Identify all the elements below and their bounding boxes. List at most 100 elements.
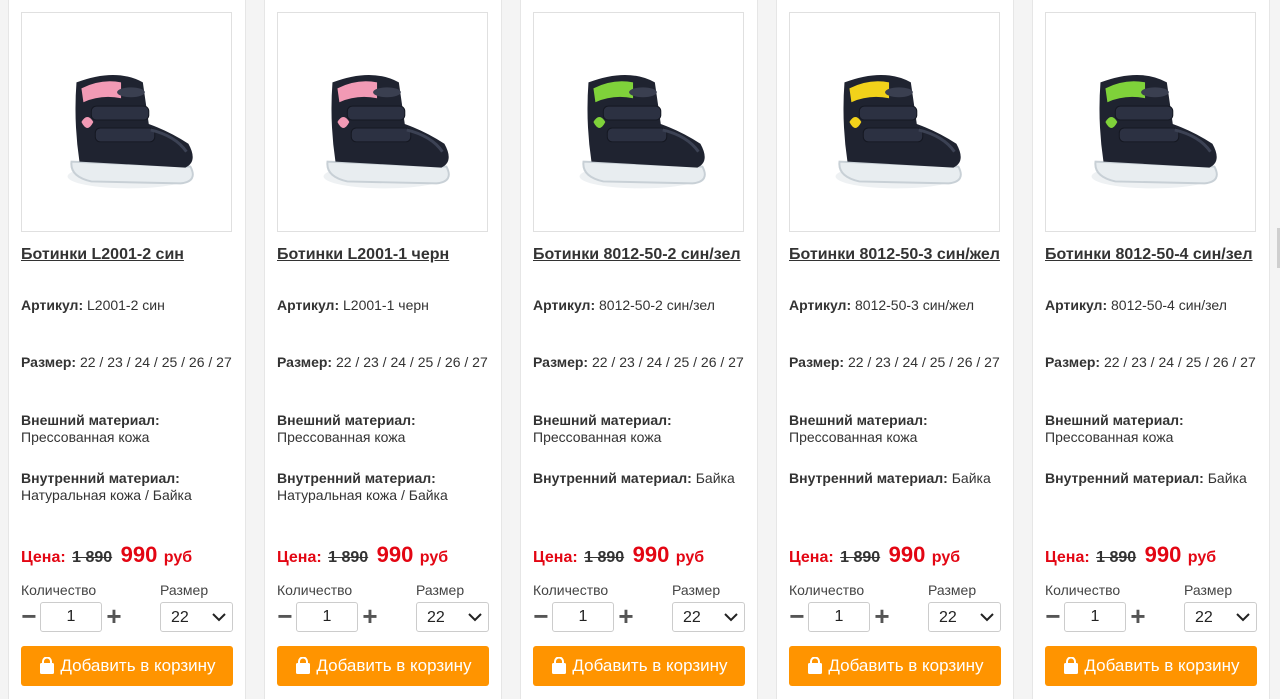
size-select[interactable]: 22 xyxy=(1184,602,1257,632)
product-image[interactable] xyxy=(21,12,232,232)
sizes-value: 22 / 23 / 24 / 25 / 26 / 27 xyxy=(79,354,232,370)
sku-value: L2001-2 син xyxy=(87,297,165,313)
sku-value: L2001-1 черн xyxy=(343,297,429,313)
minus-icon[interactable]: − xyxy=(1044,603,1062,629)
outer-material-row: Внешний материал: Прессованная кожа xyxy=(277,412,491,446)
size-select[interactable]: 22 xyxy=(416,602,489,632)
size-select[interactable]: 22 xyxy=(928,602,1001,632)
product-image[interactable] xyxy=(277,12,488,232)
add-to-cart-label: Добавить в корзину xyxy=(572,656,728,675)
boot-photo-green-icon xyxy=(1091,74,1218,189)
currency: руб xyxy=(931,549,961,566)
outer-material-label: Внешний материал: xyxy=(277,412,416,428)
product-image[interactable] xyxy=(533,12,744,232)
add-to-cart-label: Добавить в корзину xyxy=(1084,656,1240,675)
product-title[interactable]: Ботинки L2001-2 син xyxy=(21,243,233,267)
sizes-value: 22 / 23 / 24 / 25 / 26 / 27 xyxy=(1103,354,1256,370)
size-select-value: 22 xyxy=(171,609,189,626)
minus-icon[interactable]: − xyxy=(276,603,294,629)
chevron-down-icon xyxy=(980,613,994,622)
outer-material-row: Внешний материал: Прессованная кожа xyxy=(533,412,747,446)
currency: руб xyxy=(163,549,193,566)
sku-label: Артикул: xyxy=(1045,297,1108,313)
currency: руб xyxy=(419,549,449,566)
size-select-value: 22 xyxy=(683,609,701,626)
current-price: 990 xyxy=(376,542,414,567)
quantity-input[interactable] xyxy=(552,602,614,632)
minus-icon[interactable]: − xyxy=(20,603,38,629)
sizes-value: 22 / 23 / 24 / 25 / 26 / 27 xyxy=(847,354,1000,370)
plus-icon[interactable]: + xyxy=(105,603,123,629)
add-to-cart-button[interactable]: Добавить в корзину xyxy=(1045,646,1257,686)
product-title[interactable]: Ботинки 8012-50-2 син/зел xyxy=(533,243,745,267)
boot-photo-green-icon xyxy=(579,74,706,189)
outer-material-value: Прессованная кожа xyxy=(533,429,662,445)
product-title[interactable]: Ботинки 8012-50-4 син/зел xyxy=(1045,243,1257,267)
quantity-input[interactable] xyxy=(808,602,870,632)
old-price: 1 890 xyxy=(1096,549,1137,566)
inner-material-label: Внутренний материал: xyxy=(533,470,692,486)
add-to-cart-label: Добавить в корзину xyxy=(828,656,984,675)
quantity-label: Количество xyxy=(1045,582,1121,598)
shopping-bag-icon xyxy=(552,657,567,674)
outer-material-label: Внешний материал: xyxy=(1045,412,1184,428)
plus-icon[interactable]: + xyxy=(361,603,379,629)
quantity-input[interactable] xyxy=(296,602,358,632)
sku-value: 8012-50-2 син/зел xyxy=(599,297,715,313)
quantity-input[interactable] xyxy=(1064,602,1126,632)
sizes-label: Размер: xyxy=(533,354,589,370)
sizes-label: Размер: xyxy=(1045,354,1101,370)
product-title[interactable]: Ботинки 8012-50-3 син/жел xyxy=(789,243,1001,267)
old-price: 1 890 xyxy=(840,549,881,566)
add-to-cart-button[interactable]: Добавить в корзину xyxy=(277,646,489,686)
chevron-down-icon xyxy=(724,613,738,622)
sku-label: Артикул: xyxy=(789,297,852,313)
outer-material-value: Прессованная кожа xyxy=(789,429,918,445)
product-image[interactable] xyxy=(1045,12,1256,232)
inner-material-value: Байка xyxy=(951,470,991,486)
add-to-cart-label: Добавить в корзину xyxy=(316,656,472,675)
sku-value: 8012-50-3 син/жел xyxy=(855,297,975,313)
price-row: Цена: 1 890 990 руб xyxy=(789,542,960,568)
add-to-cart-button[interactable]: Добавить в корзину xyxy=(533,646,745,686)
plus-icon[interactable]: + xyxy=(873,603,891,629)
outer-material-label: Внешний материал: xyxy=(21,412,160,428)
size-select-label: Размер xyxy=(160,582,209,598)
boot-photo-yellow-icon xyxy=(835,74,962,189)
outer-material-value: Прессованная кожа xyxy=(1045,429,1174,445)
size-select[interactable]: 22 xyxy=(160,602,233,632)
inner-material-label: Внутренний материал: xyxy=(789,470,948,486)
outer-material-label: Внешний материал: xyxy=(789,412,928,428)
add-to-cart-button[interactable]: Добавить в корзину xyxy=(21,646,233,686)
current-price: 990 xyxy=(1144,542,1182,567)
sizes-label: Размер: xyxy=(277,354,333,370)
inner-material-value: Байка xyxy=(1207,470,1247,486)
plus-icon[interactable]: + xyxy=(1129,603,1147,629)
plus-icon[interactable]: + xyxy=(617,603,635,629)
inner-material-row: Внутренний материал: Байка xyxy=(1045,470,1259,487)
add-to-cart-button[interactable]: Добавить в корзину xyxy=(789,646,1001,686)
price-label: Цена: xyxy=(1045,549,1090,566)
chevron-down-icon xyxy=(212,613,226,622)
size-select-label: Размер xyxy=(416,582,465,598)
size-select-label: Размер xyxy=(1184,582,1233,598)
inner-material-value: Натуральная кожа / Байка xyxy=(21,487,192,503)
inner-material-label: Внутренний материал: xyxy=(1045,470,1204,486)
sku-label: Артикул: xyxy=(277,297,340,313)
old-price: 1 890 xyxy=(328,549,369,566)
price-label: Цена: xyxy=(21,549,66,566)
product-image[interactable] xyxy=(789,12,1000,232)
sizes-row: Размер: 22 / 23 / 24 / 25 / 26 / 27 xyxy=(533,354,747,371)
shopping-bag-icon xyxy=(1064,657,1079,674)
quantity-input[interactable] xyxy=(40,602,102,632)
quantity-label: Количество xyxy=(533,582,609,598)
size-select-value: 22 xyxy=(427,609,445,626)
old-price: 1 890 xyxy=(72,549,113,566)
sku-label: Артикул: xyxy=(21,297,84,313)
size-select[interactable]: 22 xyxy=(672,602,745,632)
price-row: Цена: 1 890 990 руб xyxy=(21,542,192,568)
sizes-row: Размер: 22 / 23 / 24 / 25 / 26 / 27 xyxy=(1045,354,1259,371)
product-title[interactable]: Ботинки L2001-1 черн xyxy=(277,243,489,267)
minus-icon[interactable]: − xyxy=(788,603,806,629)
minus-icon[interactable]: − xyxy=(532,603,550,629)
